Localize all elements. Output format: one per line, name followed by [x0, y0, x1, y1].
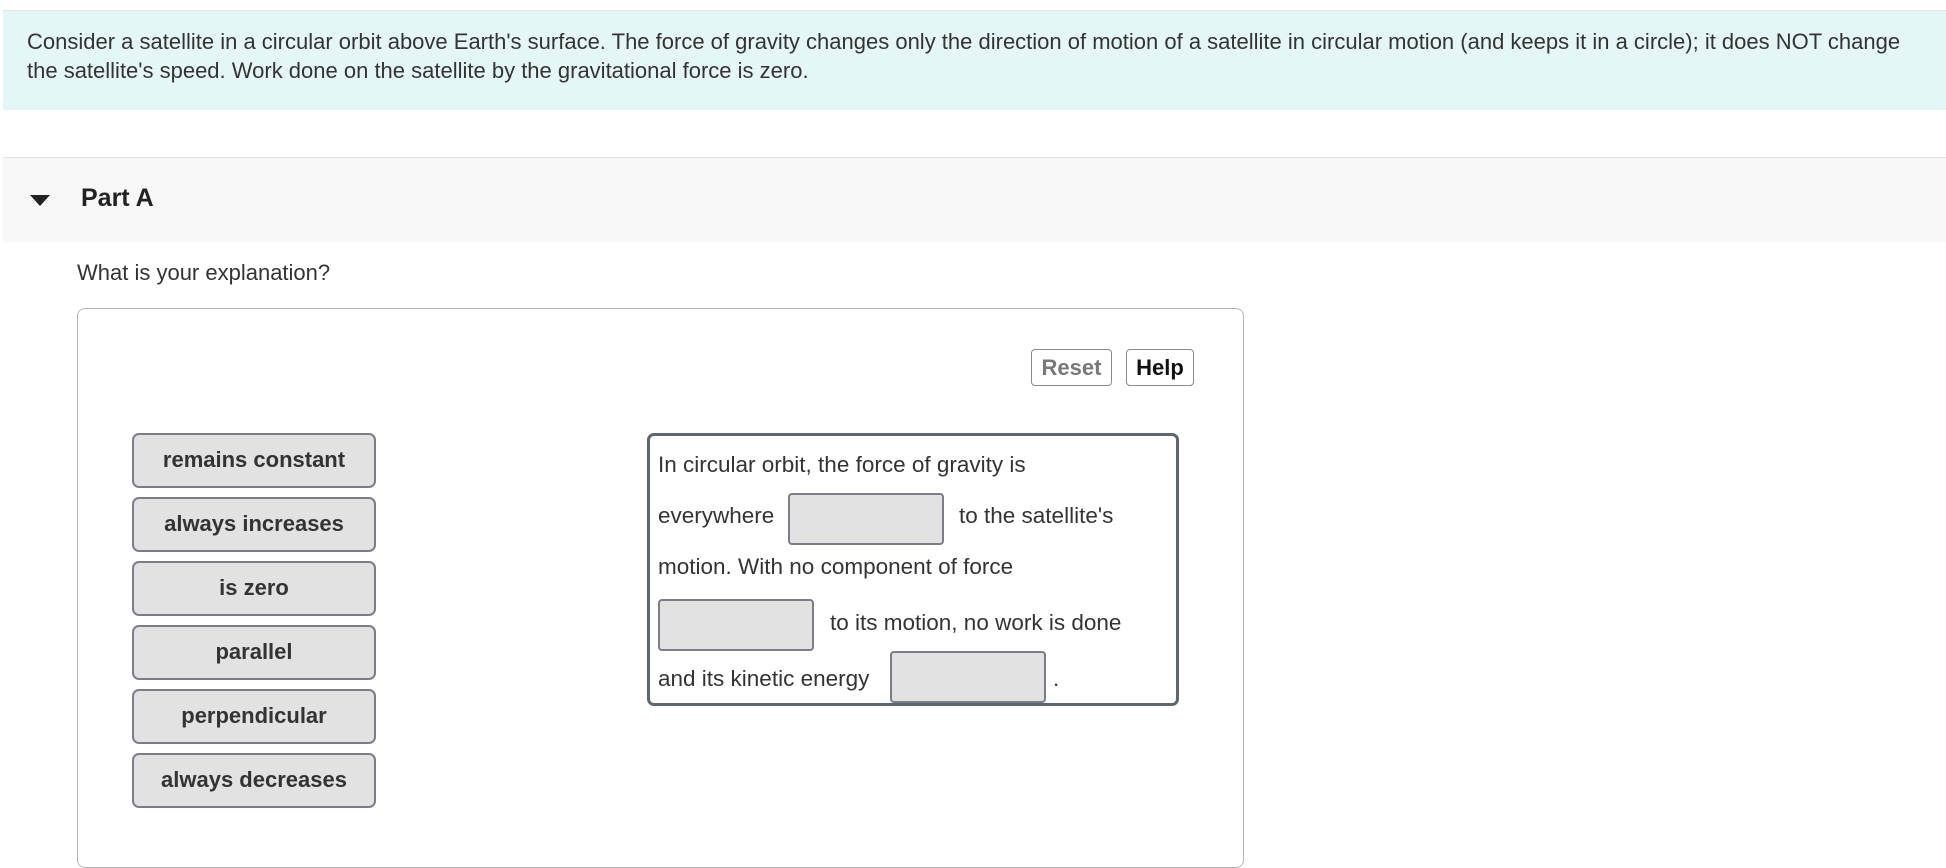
help-button[interactable]: Help — [1126, 349, 1194, 386]
drag-label-always-increases[interactable]: always increases — [132, 497, 376, 552]
part-title: Part A — [81, 184, 154, 212]
sentence-text: to its motion, no work is done — [830, 610, 1122, 635]
drag-label-perpendicular[interactable]: perpendicular — [132, 689, 376, 744]
reset-button[interactable]: Reset — [1031, 349, 1112, 386]
sentence-text: to the satellite's — [959, 503, 1114, 528]
drag-label-is-zero[interactable]: is zero — [132, 561, 376, 616]
question-prompt: What is your explanation? — [77, 260, 331, 285]
drag-label-always-decreases[interactable]: always decreases — [132, 753, 376, 808]
sentence-line-2: everywhere to the satellite's — [658, 493, 1168, 548]
label-bank: remains constant always increases is zer… — [132, 433, 376, 817]
drop-target-2[interactable] — [658, 599, 814, 651]
question-box: Reset Help remains constant always incre… — [77, 308, 1244, 868]
drop-target-3[interactable] — [890, 651, 1046, 703]
sentence-line-5: and its kinetic energy . — [658, 650, 1168, 703]
sentence-text: motion. With no component of force — [658, 554, 1014, 579]
part-a-header[interactable]: Part A — [3, 157, 1946, 242]
sentence-text: and its kinetic energy — [658, 666, 870, 691]
caret-down-icon[interactable] — [30, 195, 50, 206]
intro-text: Consider a satellite in a circular orbit… — [27, 29, 1901, 83]
fill-in-sentence: In circular orbit, the force of gravity … — [647, 433, 1179, 706]
sentence-text: In circular orbit, the force of gravity … — [658, 452, 1026, 477]
problem-intro: Consider a satellite in a circular orbit… — [3, 10, 1946, 110]
drag-label-parallel[interactable]: parallel — [132, 625, 376, 680]
drag-label-remains-constant[interactable]: remains constant — [132, 433, 376, 488]
sentence-line-1: In circular orbit, the force of gravity … — [658, 446, 1168, 497]
sentence-line-4: to its motion, no work is done — [658, 599, 1168, 651]
sentence-period: . — [1053, 666, 1060, 691]
sentence-line-3: motion. With no component of force — [658, 548, 1168, 599]
drop-target-1[interactable] — [788, 493, 944, 545]
sentence-text: everywhere — [658, 503, 775, 528]
